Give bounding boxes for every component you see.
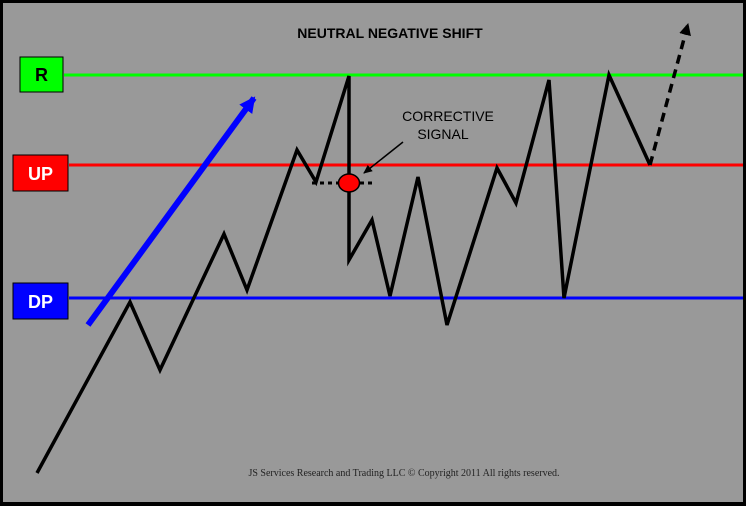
shift-diagram: NEUTRAL NEGATIVE SHIFT R UP DP CORRECTIV… [3,3,743,502]
level-r-text: R [35,65,48,85]
level-label-dp: DP [12,282,69,320]
annotation-line-1: CORRECTIVE [402,108,494,124]
level-dp-text: DP [28,292,53,312]
level-label-r: R [19,56,64,93]
level-up-text: UP [28,164,53,184]
chart-background [3,3,743,502]
annotation-line-2: SIGNAL [417,126,469,142]
diagram-title: NEUTRAL NEGATIVE SHIFT [297,25,483,41]
corrective-signal-dot [337,173,361,193]
copyright-footer: JS Services Research and Trading LLC © C… [248,468,559,479]
level-label-up: UP [12,154,69,192]
